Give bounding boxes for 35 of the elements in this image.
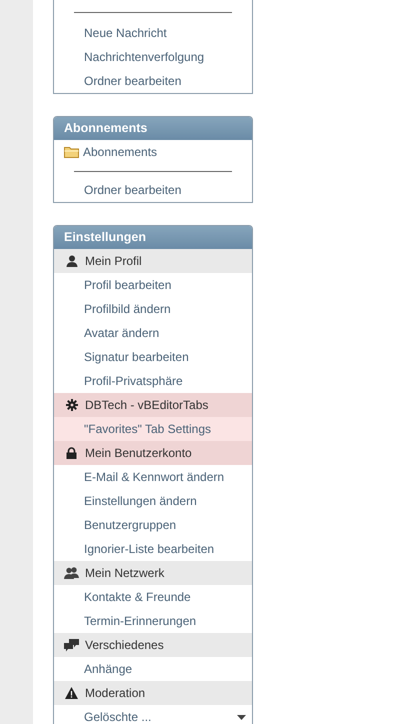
lock-icon <box>66 447 77 459</box>
menu-link[interactable]: "Favorites" Tab Settings <box>54 417 252 441</box>
menu-link[interactable]: Ignorier-Liste bearbeiten <box>54 537 252 561</box>
section-header: Verschiedenes <box>54 633 252 657</box>
menu-link[interactable]: Neue Nachricht <box>54 21 252 45</box>
section-header: DBTech - vBEditorTabs <box>54 393 252 417</box>
person-icon <box>66 255 78 267</box>
menu-link[interactable]: Profil bearbeiten <box>54 273 252 297</box>
menu-link[interactable]: Ordner bearbeiten <box>54 178 252 202</box>
folder-link[interactable]: Abonnements <box>54 140 252 164</box>
panel-title: Einstellungen <box>54 226 252 249</box>
menu-link[interactable]: Gelöschte ... <box>54 705 252 724</box>
caret-icon[interactable] <box>237 714 246 720</box>
menu-link[interactable]: Profil-Privatsphäre <box>54 369 252 393</box>
menu-link[interactable]: Einstellungen ändern <box>54 489 252 513</box>
section-header: Moderation <box>54 681 252 705</box>
section-header: Mein Benutzerkonto <box>54 441 252 465</box>
menu-link[interactable]: Anhänge <box>54 657 252 681</box>
folder-icon <box>64 146 79 158</box>
menu-link[interactable]: Kontakte & Freunde <box>54 585 252 609</box>
menu-link[interactable]: Signatur bearbeiten <box>54 345 252 369</box>
menu-link[interactable]: Nachrichtenverfolgung <box>54 45 252 69</box>
people-icon <box>64 567 79 579</box>
menu-link[interactable]: Ordner bearbeiten <box>54 69 252 93</box>
menu-link[interactable]: Avatar ändern <box>54 321 252 345</box>
section-header: Mein Profil <box>54 249 252 273</box>
gear-icon <box>66 399 78 411</box>
chat-icon <box>64 638 79 652</box>
menu-link[interactable]: Termin-Erinnerungen <box>54 609 252 633</box>
section-header: Mein Netzwerk <box>54 561 252 585</box>
menu-link[interactable]: Profilbild ändern <box>54 297 252 321</box>
panel-title: Abonnements <box>54 117 252 140</box>
menu-link[interactable]: Benutzergruppen <box>54 513 252 537</box>
warning-icon <box>65 687 78 699</box>
menu-link[interactable]: E-Mail & Kennwort ändern <box>54 465 252 489</box>
